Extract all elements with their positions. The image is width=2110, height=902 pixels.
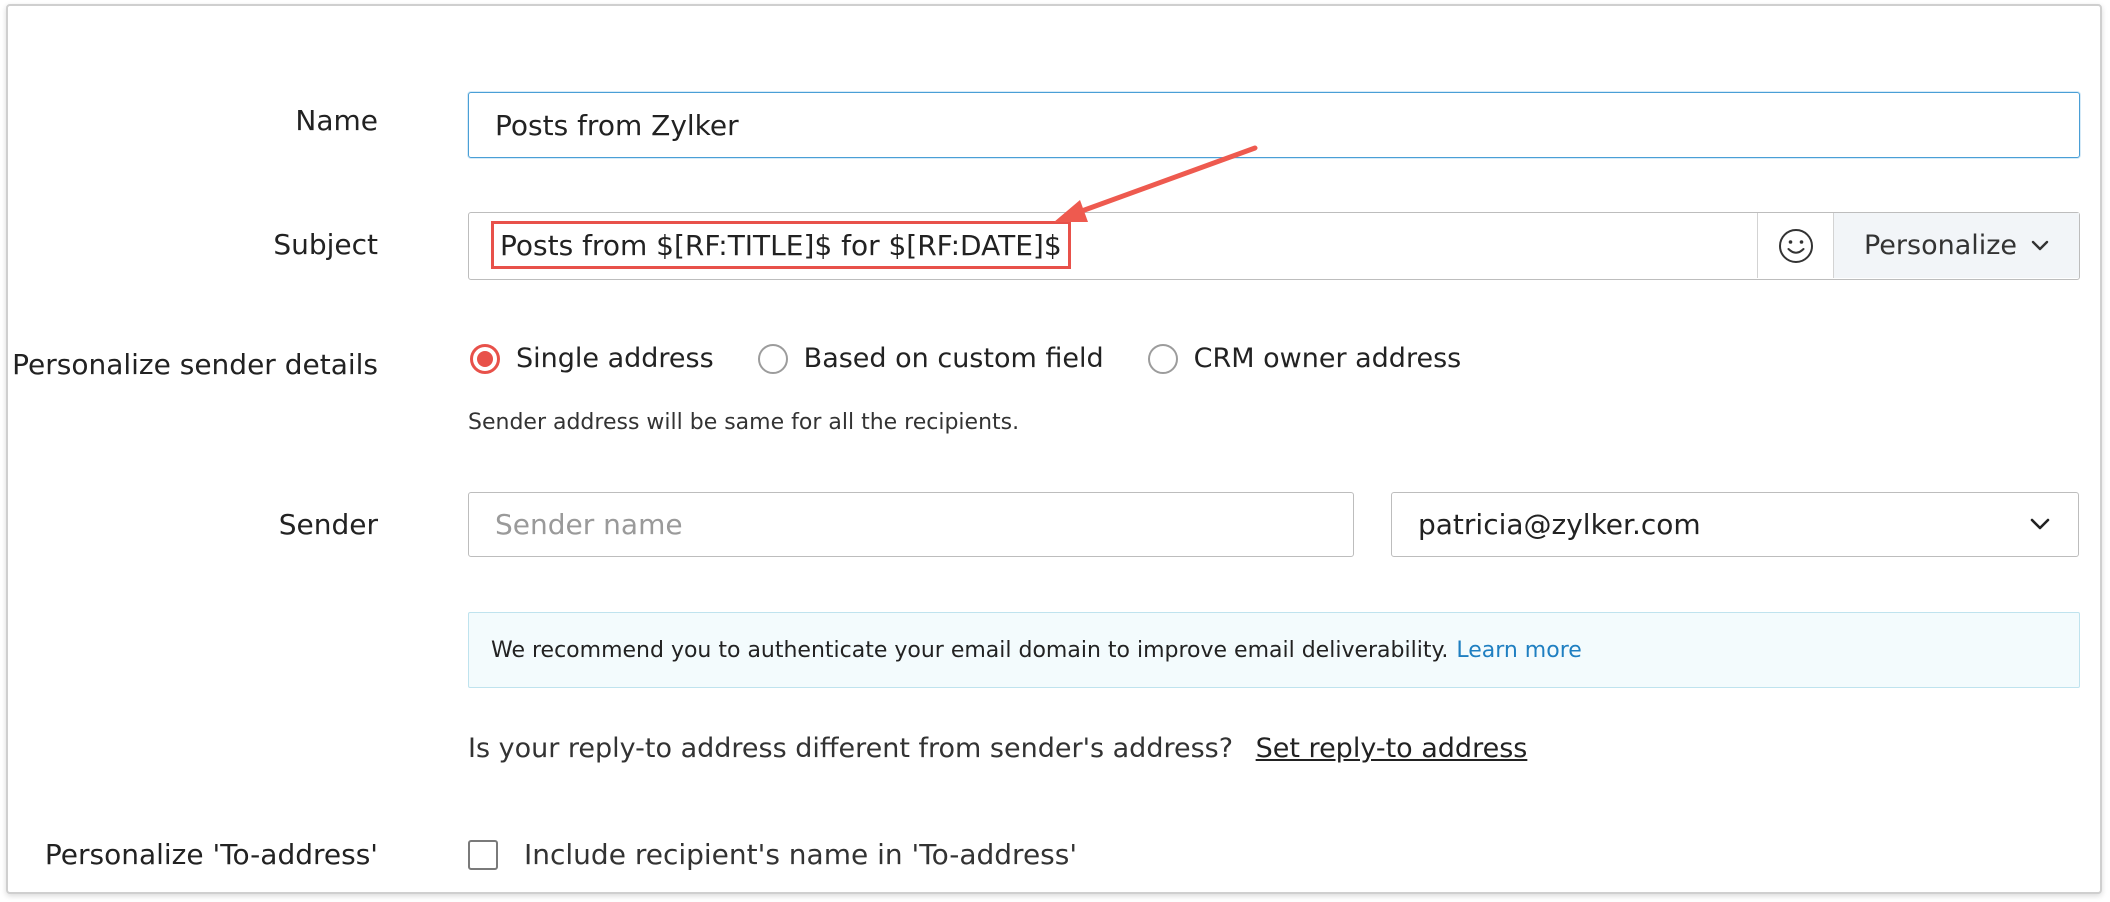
name-input-value: Posts from Zylker	[495, 108, 739, 142]
smiley-icon	[1779, 228, 1813, 263]
sender-name-input[interactable]: Sender name	[468, 492, 1354, 557]
radio-label: CRM owner address	[1193, 343, 1462, 374]
radio-button-checked[interactable]	[470, 343, 500, 374]
personalize-button-label: Personalize	[1863, 230, 2018, 261]
sender-hint: Sender address will be same for all the …	[468, 410, 1020, 435]
to-address-checkbox-row[interactable]: Include recipient's name in 'To-address'	[468, 838, 1077, 871]
name-label: Name	[295, 104, 378, 137]
red-arrow-annotation	[1054, 145, 1258, 222]
domain-auth-notice: We recommend you to authenticate your em…	[468, 612, 2080, 688]
set-reply-to-link[interactable]: Set reply-to address	[1256, 733, 1528, 764]
sender-radio-group: Single address Based on custom field CRM…	[470, 343, 1461, 374]
radio-button[interactable]	[757, 343, 788, 374]
notice-text: We recommend you to authenticate your em…	[491, 637, 1449, 663]
sender-details-label: Personalize sender details	[12, 348, 378, 381]
subject-label: Subject	[273, 228, 378, 261]
learn-more-link[interactable]: Learn more	[1456, 638, 1581, 663]
radio-label: Single address	[516, 343, 714, 374]
to-address-checkbox[interactable]	[468, 839, 498, 870]
chevron-down-icon	[2031, 240, 2049, 250]
chevron-down-icon	[2030, 518, 2050, 530]
subject-highlight[interactable]: Posts from $[RF:TITLE]$ for $[RF:DATE]$	[491, 221, 1071, 269]
radio-custom-field[interactable]: Based on custom field	[757, 343, 1104, 374]
subject-input[interactable]: Posts from $[RF:TITLE]$ for $[RF:DATE]$ …	[468, 212, 2080, 280]
reply-to-row: Is your reply-to address different from …	[468, 733, 1527, 764]
name-input[interactable]: Posts from Zylker	[468, 92, 2080, 158]
radio-button[interactable]	[1147, 343, 1178, 374]
emoji-button[interactable]	[1757, 213, 1834, 278]
to-address-label: Personalize 'To-address'	[44, 838, 378, 871]
subject-input-value: Posts from $[RF:TITLE]$ for $[RF:DATE]$	[500, 228, 1062, 262]
sender-email-value: patricia@zylker.com	[1418, 508, 1701, 541]
sender-label: Sender	[278, 508, 378, 541]
radio-single-address[interactable]: Single address	[470, 343, 714, 374]
sender-email-select[interactable]: patricia@zylker.com	[1391, 492, 2079, 557]
personalize-button[interactable]: Personalize	[1833, 213, 2079, 278]
radio-label: Based on custom field	[803, 343, 1104, 374]
reply-to-question: Is your reply-to address different from …	[468, 733, 1234, 764]
radio-crm-owner[interactable]: CRM owner address	[1147, 343, 1462, 374]
sender-name-placeholder: Sender name	[495, 508, 683, 541]
to-address-checkbox-label: Include recipient's name in 'To-address'	[524, 838, 1078, 871]
